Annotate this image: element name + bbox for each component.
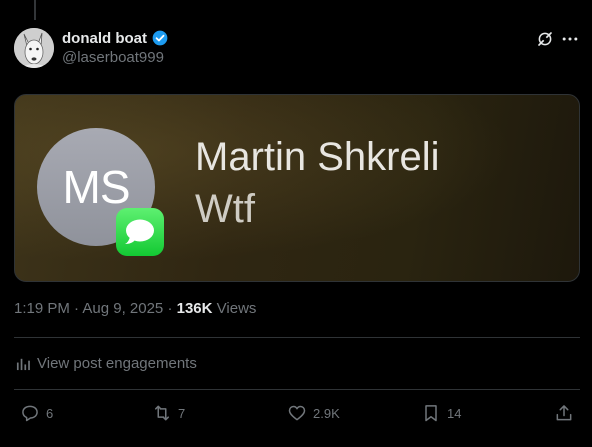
contact-initials: MS	[62, 161, 131, 213]
more-options-icon[interactable]	[560, 29, 580, 49]
heart-icon	[288, 405, 306, 421]
post-timestamp[interactable]: 1:19 PM · Aug 9, 2025	[14, 300, 163, 317]
avatar[interactable]	[14, 28, 54, 68]
divider	[14, 389, 580, 390]
author-name-row[interactable]: donald boat	[62, 29, 169, 47]
view-engagements-label[interactable]: View post engagements	[37, 355, 197, 372]
views-label: Views	[216, 300, 257, 317]
thread-connector-line	[34, 0, 36, 20]
imessage-icon	[116, 208, 164, 256]
bookmark-icon	[425, 405, 437, 422]
share-icon	[556, 405, 572, 421]
post-meta: 1:19 PM · Aug 9, 2025 · 136K Views	[14, 300, 256, 317]
like-button[interactable]: 2.9K	[287, 402, 340, 424]
post-media-image[interactable]: MS Martin Shkreli Wtf	[14, 94, 580, 282]
bookmark-button[interactable]: 14	[421, 402, 461, 424]
verified-badge-icon	[152, 30, 168, 46]
view-engagements-link[interactable]: View post engagements	[16, 355, 197, 372]
share-button[interactable]	[554, 402, 574, 424]
like-count: 2.9K	[313, 405, 340, 421]
repost-button[interactable]: 7	[152, 402, 185, 424]
bookmark-count: 14	[447, 405, 462, 421]
analytics-icon	[16, 358, 30, 371]
author-display-name[interactable]: donald boat	[62, 30, 147, 47]
views-count: 136K	[176, 300, 213, 317]
repost-icon	[155, 405, 169, 421]
grok-icon[interactable]	[536, 30, 554, 48]
reply-icon	[22, 405, 38, 422]
meta-separator: ·	[163, 300, 177, 317]
reply-count: 6	[46, 405, 54, 421]
divider	[14, 337, 580, 338]
author-handle[interactable]: @laserboat999	[62, 49, 164, 66]
message-preview: Wtf	[195, 187, 255, 231]
contact-name: Martin Shkreli	[195, 135, 440, 179]
repost-count: 7	[178, 405, 186, 421]
reply-button[interactable]: 6	[20, 402, 53, 424]
